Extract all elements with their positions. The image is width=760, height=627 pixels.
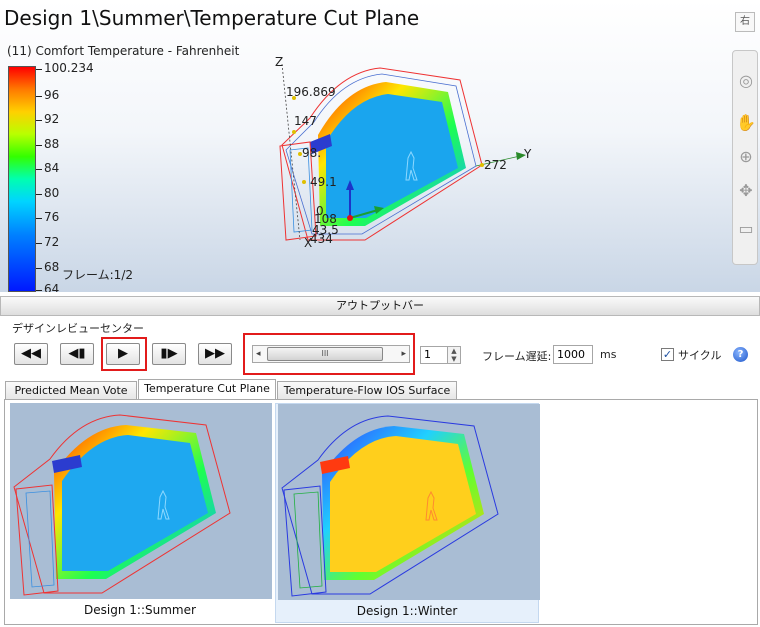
cycle-label: サイクル [678, 349, 722, 362]
legend-tick: 64 [35, 282, 59, 292]
rotate-icon[interactable]: ✥ [736, 181, 756, 201]
thumbnail-winter[interactable]: Design 1::Winter [275, 403, 540, 623]
legend-tick: 68 [35, 260, 60, 274]
help-icon[interactable]: ? [733, 347, 748, 362]
orbit-icon[interactable]: ◎ [736, 71, 756, 91]
thumbnail-summer[interactable]: Design 1::Summer [8, 403, 272, 623]
design-review-center-label: デザインレビューセンター [12, 322, 144, 335]
legend-tick: 92 [35, 112, 60, 126]
previous-frame-button[interactable]: ◀▮ [60, 343, 94, 365]
dimension-label: 98. [302, 146, 322, 160]
legend-tick: 72 [35, 235, 60, 249]
dimension-label: 196.869 [286, 85, 336, 99]
dimension-label: 434 [310, 232, 333, 246]
next-frame-button[interactable]: ▮▶ [152, 343, 186, 365]
fit-view-icon[interactable]: ▭ [736, 219, 756, 239]
legend-tick: 80 [35, 186, 60, 200]
legend-tick: 96 [35, 88, 60, 102]
summer-thumbnail-image [10, 403, 272, 599]
thumbnail-caption: Design 1::Winter [356, 604, 458, 618]
dimension-label: 272 [484, 158, 507, 172]
tab-temperature-flow-ios-surface[interactable]: Temperature-Flow IOS Surface [277, 381, 457, 400]
frame-delay-input[interactable]: 1000 [553, 345, 593, 364]
slider-highlight-box [243, 333, 415, 375]
delay-unit-label: ms [600, 348, 617, 361]
tab-predicted-mean-vote[interactable]: Predicted Mean Vote [5, 381, 137, 400]
thumbnail-caption: Design 1::Summer [84, 603, 196, 617]
legend-title: (11) Comfort Temperature - Fahrenheit [7, 44, 240, 58]
legend-tick: 88 [35, 137, 60, 151]
frame-counter: フレーム:1/2 [62, 268, 133, 282]
output-bar-header[interactable]: アウトプットバー [0, 296, 760, 316]
view-title: Design 1\Summer\Temperature Cut Plane [4, 6, 420, 30]
cycle-checkbox[interactable]: ✓ [661, 348, 674, 361]
frame-spinner[interactable]: ▲ ▼ [447, 346, 461, 364]
first-frame-button[interactable]: ◀◀ [14, 343, 48, 365]
frame-delay-label: フレーム遅延: [482, 350, 552, 363]
play-highlight-box [101, 337, 147, 371]
pan-hand-icon[interactable]: ✋ [736, 113, 756, 133]
legend-tick: 100.234 [36, 61, 94, 75]
legend-tick: 84 [35, 161, 60, 175]
dimension-label: 147 [294, 114, 317, 128]
color-legend-bar [8, 66, 36, 292]
dimension-label: 49.1 [310, 175, 337, 189]
viewport-3d[interactable]: Design 1\Summer\Temperature Cut Plane (1… [0, 0, 760, 292]
axis-z-label: Z [275, 55, 284, 69]
legend-tick: 76 [35, 210, 60, 224]
frame-number-input[interactable]: 1 [420, 346, 448, 364]
tab-temperature-cut-plane[interactable]: Temperature Cut Plane [138, 379, 276, 400]
axis-y-label: Y [524, 147, 532, 161]
view-orientation-button[interactable]: 右 [735, 12, 755, 32]
zoom-icon[interactable]: ⊕ [736, 147, 756, 167]
last-frame-button[interactable]: ▶▶ [198, 343, 232, 365]
winter-thumbnail-image [278, 404, 540, 600]
view-navigation-toolbar: ◎ ✋ ⊕ ✥ ▭ [732, 50, 758, 265]
